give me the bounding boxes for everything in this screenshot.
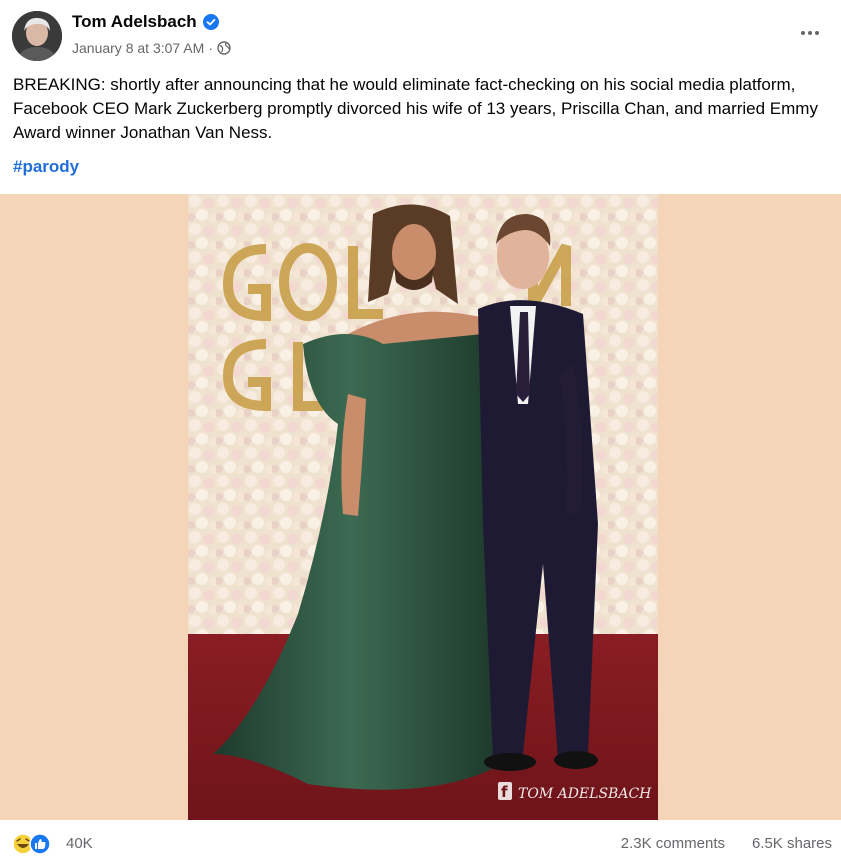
post-footer: 40K 2.3K comments 6.5K shares <box>0 820 841 862</box>
shares-count[interactable]: 6.5K shares <box>752 835 832 852</box>
globe-icon[interactable] <box>217 41 231 55</box>
hashtag-link[interactable]: #parody <box>13 157 79 177</box>
post-header: Tom Adelsbach January 8 at 3:07 AM · <box>0 0 841 66</box>
post-timestamp[interactable]: January 8 at 3:07 AM <box>72 40 204 56</box>
post-body-text: BREAKING: shortly after announcing that … <box>13 75 818 142</box>
comments-count[interactable]: 2.3K comments <box>621 835 725 852</box>
meta-separator: · <box>208 40 213 56</box>
more-options-icon[interactable] <box>797 20 823 46</box>
reaction-count[interactable]: 40K <box>66 835 93 852</box>
reaction-icons[interactable] <box>12 833 60 855</box>
post-meta: January 8 at 3:07 AM · <box>72 40 231 56</box>
facebook-post: Tom Adelsbach January 8 at 3:07 AM · BRE… <box>0 0 841 862</box>
author-name[interactable]: Tom Adelsbach <box>72 12 219 32</box>
post-photo[interactable]: f TOM ADELSBACH <box>188 194 658 820</box>
post-media[interactable]: f TOM ADELSBACH <box>0 194 841 820</box>
watermark-text: TOM ADELSBACH <box>518 786 652 802</box>
author-avatar[interactable] <box>12 11 62 61</box>
verified-badge-icon <box>202 14 219 30</box>
like-icon <box>29 833 51 855</box>
author-name-text[interactable]: Tom Adelsbach <box>72 12 197 32</box>
svg-text:f: f <box>501 783 508 801</box>
